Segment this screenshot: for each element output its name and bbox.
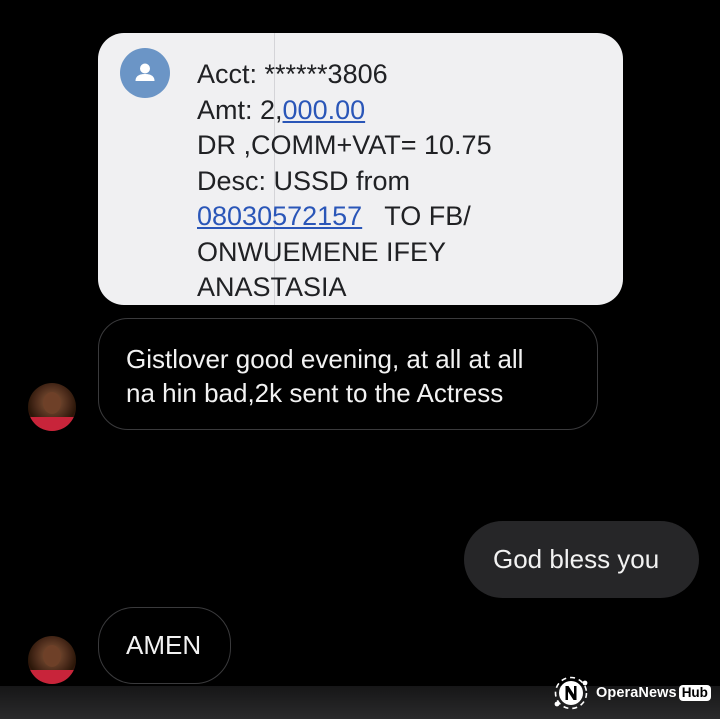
brand-name: OperaNews bbox=[596, 685, 677, 701]
sms-line-name: ONWUEMENE IFEY bbox=[197, 236, 447, 267]
sms-line-account: Acct: ******3806 bbox=[197, 59, 388, 89]
message-text-line: Gistlover good evening, at all at all bbox=[126, 344, 524, 374]
amount-prefix: Amt: 2, bbox=[197, 94, 283, 125]
sms-line-amount: Amt: 2,000.00 bbox=[197, 93, 617, 129]
phone-number-link[interactable]: 08030572157 bbox=[197, 201, 362, 231]
operanews-watermark: OperaNews Hub bbox=[552, 673, 711, 713]
sms-line-desc: Desc: USSD from bbox=[197, 165, 411, 196]
person-icon bbox=[135, 63, 155, 81]
phone-suffix: TO FB/ bbox=[362, 201, 471, 231]
received-message-bubble[interactable]: Gistlover good evening, at all at all na… bbox=[98, 318, 598, 430]
sms-line-charges: DR ,COMM+VAT= 10.75 bbox=[197, 130, 492, 160]
sender-avatar[interactable] bbox=[28, 383, 76, 431]
received-message-bubble[interactable]: AMEN bbox=[98, 607, 231, 684]
message-text-line: na hin bad,2k sent to the Actress bbox=[126, 378, 504, 408]
message-text: AMEN bbox=[126, 630, 202, 660]
sms-body: Acct: ******3806 Amt: 2,000.00 DR ,COMM+… bbox=[197, 57, 617, 306]
contact-avatar bbox=[120, 48, 170, 98]
amount-link[interactable]: 000.00 bbox=[283, 95, 366, 125]
sender-avatar[interactable] bbox=[28, 636, 76, 684]
brand-badge: Hub bbox=[678, 685, 711, 701]
sms-line-name-2: ANASTASIA bbox=[197, 272, 347, 302]
sent-message-bubble[interactable]: God bless you bbox=[464, 521, 699, 598]
message-text: God bless you bbox=[493, 544, 660, 574]
operanews-logo-icon bbox=[554, 676, 588, 710]
sms-line-phone: 08030572157 TO FB/ bbox=[197, 199, 617, 235]
